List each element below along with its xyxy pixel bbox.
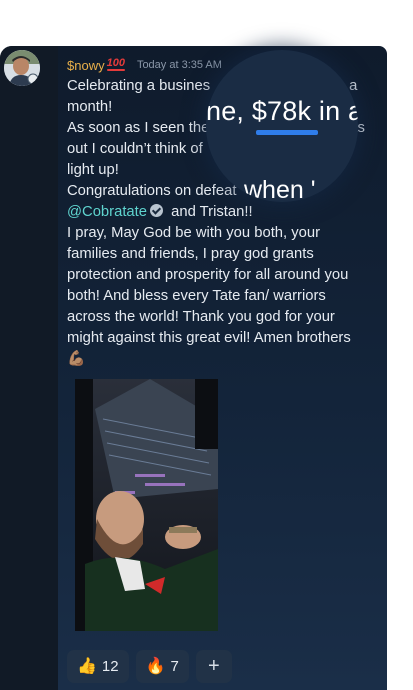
magnified-underline	[256, 130, 318, 135]
message-paragraph: I pray, May God be with you both, your f…	[67, 225, 351, 346]
message-header: $nowy 100 Today at 3:35 AM	[67, 56, 222, 74]
username[interactable]: $nowy	[67, 58, 105, 73]
user-mention[interactable]: @Cobratate	[67, 204, 147, 220]
message-line-start: As soon as I seen the	[67, 120, 210, 136]
message-line-start: out I couldn’t think of	[67, 141, 203, 157]
avatar[interactable]	[4, 50, 40, 86]
fire-icon: 🔥	[145, 657, 166, 675]
add-reaction-button[interactable]: +	[195, 650, 232, 683]
message-line-end: and Tristan!!	[171, 204, 253, 220]
magnifier-overlay: ne, $78k in a when '	[206, 50, 358, 202]
hundred-points-icon: 100	[106, 57, 126, 71]
message-gutter	[0, 46, 58, 690]
flexed-biceps-icon: 💪🏽	[67, 351, 86, 367]
timestamp: Today at 3:35 AM	[136, 59, 222, 71]
reaction-count: 12	[101, 658, 119, 675]
magnified-text: ne, $78k in a	[206, 96, 358, 126]
reaction-fire[interactable]: 🔥 7	[135, 650, 189, 683]
attached-image[interactable]	[75, 379, 218, 631]
reaction-bar: 👍 12 🔥 7 +	[67, 650, 232, 683]
reaction-thumbs-up[interactable]: 👍 12	[67, 650, 129, 683]
verified-icon	[150, 204, 164, 217]
thumbs-up-icon: 👍	[77, 657, 97, 675]
magnified-text-lower: when '	[244, 176, 316, 202]
message-line-end: a	[349, 78, 358, 94]
message-line-start: Celebrating a busines	[67, 78, 211, 94]
message-line: @Cobratate and Tristan!!	[67, 202, 373, 223]
reaction-count: 7	[170, 658, 179, 675]
